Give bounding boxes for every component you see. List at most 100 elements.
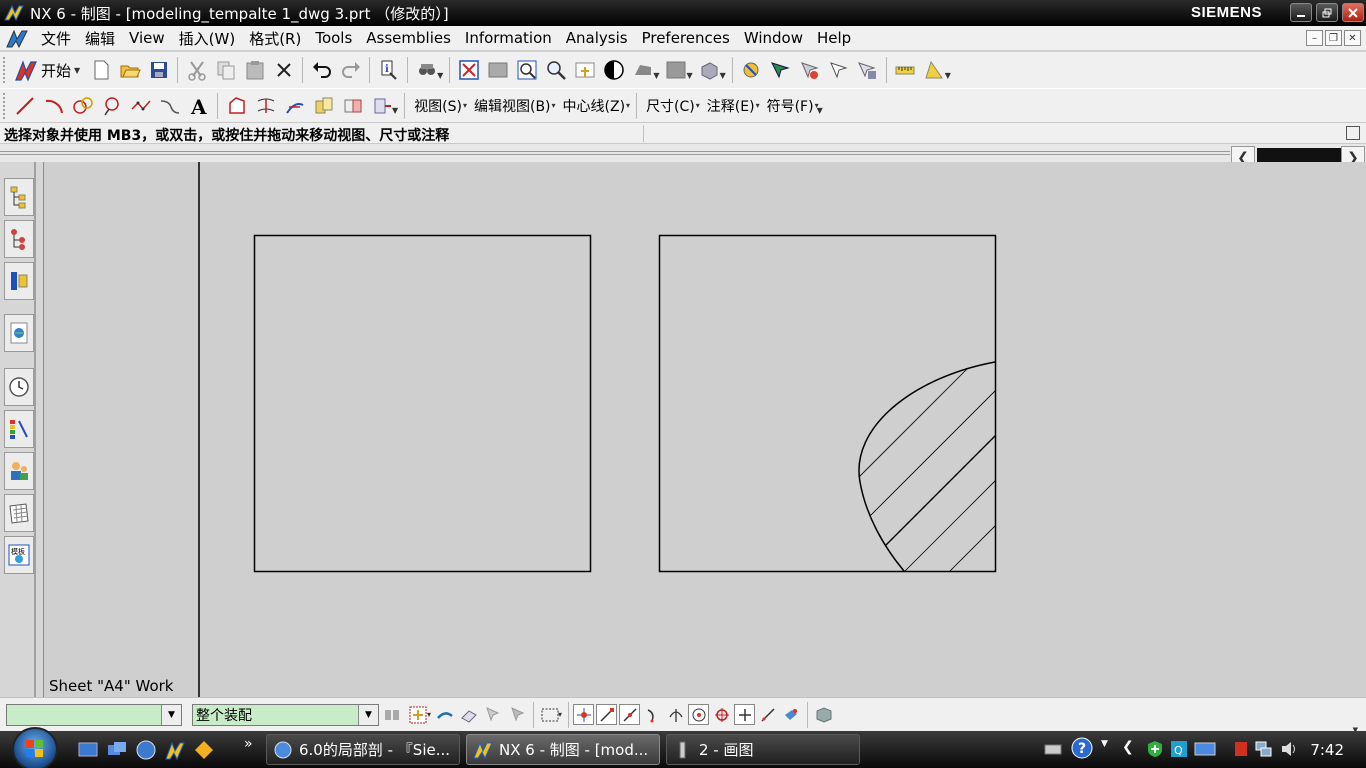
rotate-button[interactable] (599, 56, 628, 84)
chevron-down-icon[interactable]: ▼ (1101, 739, 1108, 749)
chevron-down-icon[interactable]: ▼ (358, 704, 378, 725)
toolbar-grip[interactable] (3, 57, 7, 83)
menu-edit[interactable]: 编辑 (78, 28, 122, 49)
offset-curve-button[interactable] (222, 92, 251, 120)
quicklaunch-more[interactable]: » (244, 736, 253, 752)
menu-tools[interactable]: Tools (308, 29, 359, 47)
nx-document-icon[interactable] (4, 27, 30, 49)
select-tool-2-button[interactable] (766, 56, 795, 84)
snap-midpoint-toggle[interactable] (619, 704, 641, 725)
paste-button[interactable] (240, 56, 269, 84)
select-by-button[interactable] (405, 701, 431, 729)
snap-existing-point-toggle[interactable] (734, 704, 756, 725)
dimension-menu[interactable]: 尺寸(C) (641, 96, 700, 116)
curve-button[interactable] (155, 92, 184, 120)
centerline-menu[interactable]: 中心线(Z) (558, 96, 631, 116)
studio-spline-button[interactable] (126, 92, 155, 120)
menu-insert[interactable]: 插入(W) (172, 28, 243, 49)
menu-help[interactable]: Help (810, 29, 858, 47)
transform-button[interactable] (367, 92, 396, 120)
measure-distance-button[interactable] (891, 56, 920, 84)
graphics-window[interactable] (44, 162, 1366, 697)
annotation-menu[interactable]: 注释(E) (702, 96, 760, 116)
chevron-down-icon[interactable]: ▾ (756, 101, 760, 110)
delete-button[interactable] (269, 56, 298, 84)
minimize-button[interactable] (1290, 3, 1312, 22)
type-filter-select[interactable]: ▼ (6, 703, 182, 726)
new-file-button[interactable] (86, 56, 115, 84)
snap-quadrant-toggle[interactable] (711, 704, 732, 725)
background-button[interactable] (661, 56, 690, 84)
restore-button[interactable] (1316, 3, 1338, 22)
chevron-down-icon[interactable]: ▼ (817, 106, 823, 115)
menu-file[interactable]: 文件 (34, 28, 78, 49)
chevron-down-icon[interactable]: ▼ (161, 704, 181, 725)
circle-button[interactable] (68, 92, 97, 120)
base-view[interactable] (253, 234, 592, 573)
redo-button[interactable] (336, 56, 365, 84)
measure-angle-button[interactable] (920, 56, 949, 84)
solid-select-button[interactable] (812, 701, 836, 729)
network-status-icon[interactable] (1194, 740, 1216, 758)
text-button[interactable]: A (184, 92, 213, 120)
rectangle-select-button[interactable] (538, 701, 562, 729)
switch-windows-icon[interactable] (106, 739, 128, 761)
clock[interactable]: 7:42 (1310, 741, 1344, 759)
arc-button[interactable] (39, 92, 68, 120)
snap-endpoint-toggle[interactable] (573, 704, 595, 725)
pattern-button[interactable] (309, 92, 338, 120)
symbol-menu[interactable]: 符号(F) (762, 96, 819, 116)
shield-plus-icon[interactable] (1146, 740, 1164, 758)
open-file-button[interactable] (115, 56, 144, 84)
warning-icon[interactable] (1232, 740, 1250, 758)
view-menu[interactable]: 视图(S) (409, 96, 467, 116)
browser-icon[interactable] (135, 739, 157, 761)
trim-button[interactable] (251, 92, 280, 120)
scope-select[interactable]: 整个装配 ▼ (192, 703, 379, 726)
network-icon[interactable] (1255, 740, 1273, 758)
snap-end-point-toggle[interactable] (596, 704, 618, 725)
snap-tool-2-button[interactable] (457, 701, 481, 729)
tray-app-icon[interactable]: Q (1170, 740, 1188, 758)
constraint-navigator-tab[interactable] (4, 262, 34, 300)
pan-button[interactable] (570, 56, 599, 84)
task-button-2[interactable]: NX 6 - 制图 - [mod... (466, 734, 660, 765)
help-icon[interactable]: ? (1071, 737, 1093, 759)
chevron-down-icon[interactable]: ▾ (696, 101, 700, 110)
volume-icon[interactable] (1280, 740, 1298, 758)
chevron-down-icon[interactable]: ▾ (463, 101, 467, 110)
start-orb-button[interactable] (12, 727, 58, 768)
task-button-1[interactable]: 6.0的局部剖 - 『Sie... (266, 734, 460, 765)
edit-view-menu[interactable]: 编辑视图(B) (469, 96, 556, 116)
task-button-3[interactable]: 2 - 画图 (666, 734, 860, 765)
roles-tab[interactable] (4, 452, 34, 490)
mirror-button[interactable] (338, 92, 367, 120)
select-tool-1-button[interactable] (737, 56, 766, 84)
menu-preferences[interactable]: Preferences (635, 29, 737, 47)
snap-point-on-surface-toggle[interactable] (780, 704, 801, 725)
keyboard-icon[interactable] (1044, 740, 1062, 758)
menu-window[interactable]: Window (737, 29, 810, 47)
fit-view-button[interactable] (454, 56, 483, 84)
snap-intersection-toggle[interactable] (665, 704, 686, 725)
toolbar-grip[interactable] (3, 92, 7, 119)
close-button[interactable] (1342, 3, 1364, 22)
snap-point-on-curve-toggle[interactable] (757, 704, 778, 725)
snap-tool-1-button[interactable] (433, 701, 457, 729)
app-quick-icon[interactable] (193, 739, 215, 761)
start-button[interactable]: 开始 ▼ (10, 58, 86, 82)
save-button[interactable] (144, 56, 173, 84)
menu-view[interactable]: View (122, 29, 172, 47)
cue-expand-icon[interactable] (1346, 126, 1360, 140)
doc-restore-button[interactable]: ❐ (1325, 30, 1342, 46)
doc-close-button[interactable]: ✕ (1344, 30, 1361, 46)
menu-analysis[interactable]: Analysis (559, 29, 635, 47)
snap-tool-3-button[interactable] (481, 701, 505, 729)
doc-minimize-button[interactable]: – (1306, 30, 1323, 46)
drawing-canvas[interactable] (44, 162, 1366, 697)
section-view-button[interactable] (695, 56, 724, 84)
cut-button[interactable] (182, 56, 211, 84)
snap-arc-center-toggle[interactable] (688, 704, 710, 725)
chevron-left-icon[interactable]: ❮ (1122, 739, 1134, 755)
chevron-down-icon[interactable]: ▾ (552, 101, 556, 110)
